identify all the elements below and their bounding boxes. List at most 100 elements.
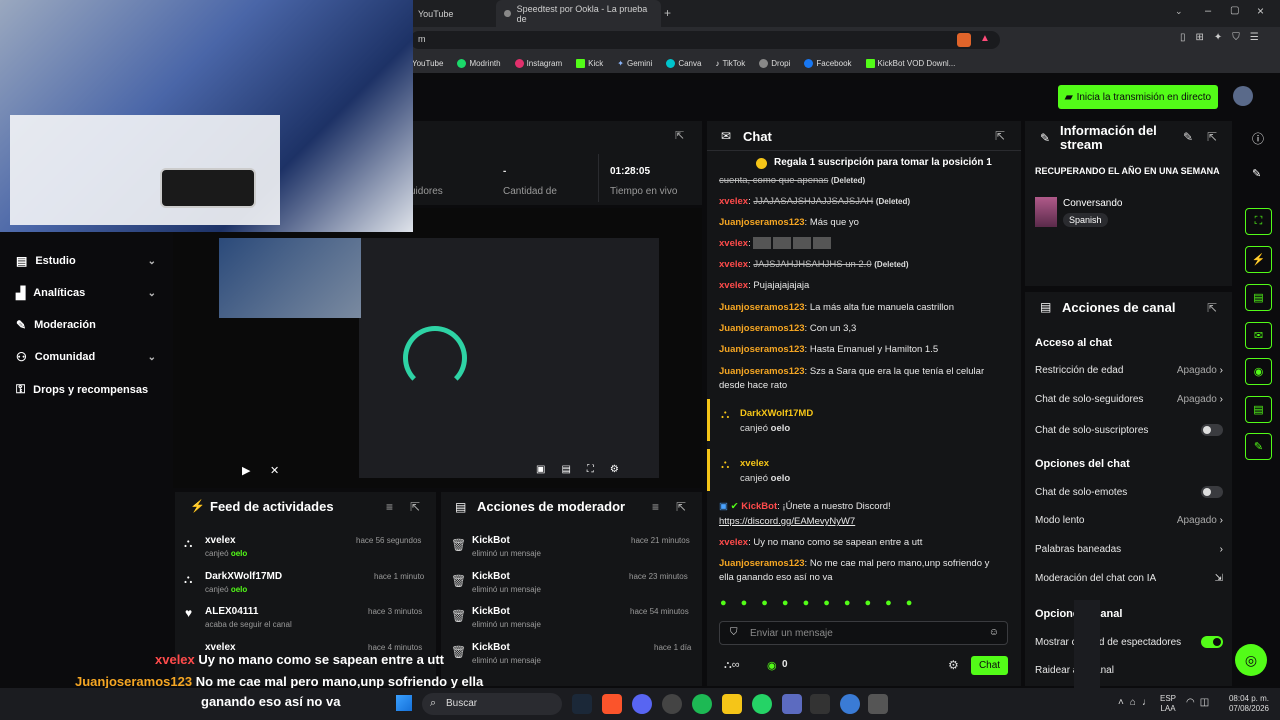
raid-row[interactable]: Raidear a anal	[1035, 665, 1223, 676]
bookmark-youtube[interactable]: YouTube	[412, 59, 443, 68]
brave-icon[interactable]	[602, 694, 622, 714]
help-chat-icon[interactable]: ◎	[1235, 644, 1267, 676]
ai-moderation-row[interactable]: Moderación del chat con IA ⇲	[1035, 573, 1223, 584]
go-live-button[interactable]: ▰ Inicia la transmisión en directo	[1058, 85, 1218, 109]
mute-icon[interactable]: ✕	[270, 464, 279, 477]
chat-username[interactable]: xvelex	[719, 259, 748, 270]
app-icon[interactable]	[782, 694, 802, 714]
play-icon[interactable]: ▶	[242, 464, 250, 477]
chat-username[interactable]: xvelex	[719, 196, 748, 207]
send-chat-button[interactable]: Chat	[971, 656, 1008, 675]
rail-button-log[interactable]: ▤	[1245, 284, 1272, 311]
category-name[interactable]: Conversando	[1063, 198, 1122, 209]
obs-icon[interactable]	[810, 694, 830, 714]
player-controls[interactable]: ▣▤⛶⚙	[536, 464, 635, 475]
new-tab-icon[interactable]: +	[664, 6, 671, 20]
popout-icon[interactable]: ⇱	[1207, 301, 1217, 315]
rail-button-moderation[interactable]: ⛶	[1245, 208, 1272, 235]
gear-icon[interactable]: ⚙	[948, 658, 959, 672]
tab-speedtest[interactable]: Speedtest por Ookla - La prueba de	[496, 0, 661, 27]
url-field[interactable]: m	[410, 31, 1000, 49]
sidebar-item-analiticas[interactable]: ▟ Analíticas ⌄	[16, 286, 156, 300]
steam-icon[interactable]	[572, 694, 592, 714]
show-viewers-toggle[interactable]	[1201, 636, 1223, 648]
feed-user[interactable]: DarkXWolf17MD	[205, 571, 282, 582]
bookmark-facebook[interactable]: Facebook	[804, 58, 852, 68]
sidebar-item-moderacion[interactable]: ✎ Moderación	[16, 318, 156, 332]
github-icon[interactable]	[662, 694, 682, 714]
chevron-down-icon[interactable]: ⌄	[1175, 6, 1183, 17]
bookmark-modrinth[interactable]: Modrinth	[457, 58, 501, 68]
bookmark-instagram[interactable]: Instagram	[514, 58, 562, 68]
clock[interactable]: 08:04 p. m. 07/08/2026	[1221, 694, 1269, 714]
chat-username[interactable]: xvelex	[719, 537, 748, 548]
feed-user[interactable]: xvelex	[205, 535, 236, 546]
popout-icon[interactable]: ⇱	[410, 500, 420, 514]
bookmark-kick[interactable]: Kick	[576, 58, 603, 68]
emoji-icon[interactable]: ☺	[989, 627, 999, 638]
points-icon[interactable]: ⛬∞	[724, 659, 740, 672]
rail-button-tools[interactable]: ✎	[1245, 433, 1272, 460]
bookmark-canva[interactable]: Canva	[666, 58, 701, 68]
popout-icon[interactable]: ⇱	[676, 500, 686, 514]
windows-start-icon[interactable]	[396, 695, 412, 711]
close-icon[interactable]: ×	[1257, 4, 1264, 18]
chat-username[interactable]: KickBot	[741, 501, 777, 512]
followers-only-row[interactable]: Chat de solo-seguidores Apagado ›	[1035, 394, 1223, 405]
sidebar-item-comunidad[interactable]: ⚇ Comunidad ⌄	[16, 350, 156, 364]
chat-username[interactable]: Juanjoseramos123	[719, 366, 805, 377]
toolbar-icons[interactable]: ▯⊞✦⛉☰	[1180, 32, 1269, 43]
chat-input[interactable]: ⛉ Enviar un mensaje ☺	[719, 621, 1008, 645]
mod-user[interactable]: KickBot	[472, 642, 510, 653]
emotes-only-toggle[interactable]	[1201, 486, 1223, 498]
taskbar-search[interactable]: ⌕ Buscar	[422, 693, 562, 715]
bookmark-kickbot[interactable]: KickBot VOD Downl...	[865, 58, 955, 68]
tray-icons[interactable]: ˄⌂♩	[1118, 697, 1158, 708]
stream-preview[interactable]	[173, 208, 702, 488]
spotify-icon[interactable]	[692, 694, 712, 714]
brave-shield-icon[interactable]	[957, 33, 971, 47]
bookmark-dropi[interactable]: Dropi	[759, 58, 790, 68]
capcut-icon[interactable]	[868, 694, 888, 714]
edit-icon[interactable]: ✎	[1252, 167, 1261, 180]
chat-username[interactable]: xvelex	[719, 238, 748, 249]
system-icons[interactable]: ◠◫	[1186, 697, 1214, 708]
rail-button-channel[interactable]: ▤	[1245, 396, 1272, 423]
chat-username[interactable]: Juanjoseramos123	[719, 302, 805, 313]
popout-icon[interactable]: ⇱	[675, 129, 684, 142]
chat-username[interactable]: Juanjoseramos123	[719, 217, 805, 228]
sidebar-item-drops[interactable]: ⚿ Drops y recompensas	[16, 382, 176, 397]
discord-icon[interactable]	[632, 694, 652, 714]
app-icon[interactable]	[840, 694, 860, 714]
minimize-icon[interactable]: –	[1205, 5, 1211, 17]
language-indicator[interactable]: ESP LAA	[1160, 694, 1176, 714]
tab-youtube[interactable]: YouTube	[410, 0, 495, 27]
rail-button-bolt[interactable]: ⚡	[1245, 246, 1272, 273]
chat-username[interactable]: Juanjoseramos123	[719, 323, 805, 334]
chat-username[interactable]: Juanjoseramos123	[719, 558, 805, 569]
emote-bar[interactable]: ●●●●●●●●●●	[720, 597, 1010, 613]
age-restriction-row[interactable]: Restricción de edad Apagado ›	[1035, 365, 1223, 376]
mod-user[interactable]: KickBot	[472, 606, 510, 617]
avatar[interactable]	[1233, 86, 1253, 106]
pinned-message[interactable]: Regala 1 suscripción para tomar la posic…	[774, 157, 992, 168]
info-icon[interactable]: ⓘ	[1252, 130, 1264, 147]
chat-username[interactable]: DarkXWolf17MD	[740, 408, 813, 419]
feed-user[interactable]: ALEX04111	[205, 606, 258, 617]
chat-username[interactable]: xvelex	[719, 280, 748, 291]
bookmark-tiktok[interactable]: ♪ TikTok	[715, 59, 745, 68]
folder-icon[interactable]	[722, 694, 742, 714]
chat-username[interactable]: Juanjoseramos123	[719, 344, 805, 355]
mod-user[interactable]: KickBot	[472, 535, 510, 546]
banned-words-row[interactable]: Palabras baneadas ›	[1035, 544, 1223, 555]
rail-button-chat[interactable]: ✉	[1245, 322, 1272, 349]
slow-mode-row[interactable]: Modo lento Apagado ›	[1035, 515, 1223, 526]
sidebar-item-estudio[interactable]: ▤ Estudio ⌄	[16, 254, 156, 268]
subscribers-only-toggle[interactable]	[1201, 424, 1223, 436]
maximize-icon[interactable]: ▢	[1230, 5, 1239, 16]
rewards-icon[interactable]: ▲	[980, 33, 990, 44]
popout-icon[interactable]: ⇱	[1207, 130, 1217, 144]
filter-icon[interactable]: ≡	[386, 500, 393, 514]
discord-link[interactable]: https://discord.gg/EAMevyNyW7	[719, 515, 1001, 529]
edit-icon[interactable]: ✎	[1183, 130, 1193, 144]
